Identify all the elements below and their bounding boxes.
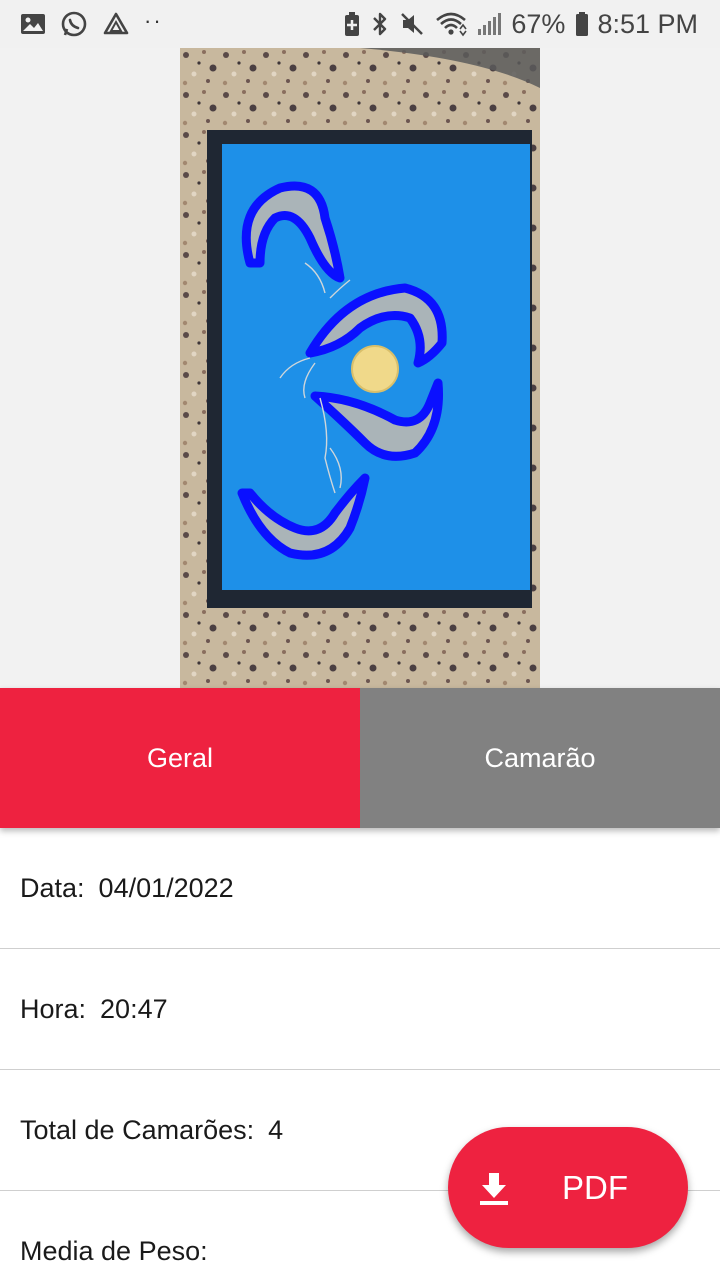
data-value: 04/01/2022: [98, 872, 234, 903]
whatsapp-icon: [61, 11, 87, 37]
hora-label: Hora:: [20, 993, 87, 1024]
tab-geral-label: Geral: [146, 742, 214, 773]
status-bar-right: 67% 8:51 PM: [333, 8, 698, 39]
status-bar: ·· 67% 8:51 PM: [0, 0, 720, 48]
tab-camarao[interactable]: Camarão: [360, 688, 720, 828]
drive-icon: [103, 12, 129, 35]
battery-percentage: 67%: [511, 8, 566, 39]
data-label: Data:: [20, 872, 85, 903]
pdf-download-button[interactable]: PDF: [448, 1127, 688, 1248]
mute-icon: [401, 13, 424, 35]
wifi-icon: [436, 12, 468, 37]
clock: 8:51 PM: [597, 8, 698, 39]
photo-area: [0, 48, 720, 688]
shrimp-detection-image: [180, 48, 540, 688]
total-camaroes-value: 4: [268, 1114, 284, 1145]
pdf-button-label: PDF: [562, 1168, 628, 1206]
signal-icon: [478, 13, 502, 35]
total-camaroes-label: Total de Camarões:: [20, 1114, 255, 1145]
tab-camarao-label: Camarão: [484, 742, 596, 773]
battery-icon: [576, 12, 589, 36]
media-peso-label: Media de Peso:: [20, 1236, 208, 1266]
hora-value: 20:47: [100, 993, 168, 1024]
app-screen: ·· 67% 8:51 PM Geral Camarão Data: 04/01…: [0, 0, 720, 1280]
info-row-data: Data: 04/01/2022: [0, 828, 720, 949]
more-notifications-indicator: ··: [144, 8, 163, 33]
info-row-hora: Hora: 20:47: [0, 949, 720, 1070]
tab-bar: Geral Camarão: [0, 688, 720, 828]
status-bar-left: ··: [20, 10, 177, 38]
battery-saver-icon: [345, 12, 360, 36]
tab-geral[interactable]: Geral: [0, 688, 360, 828]
download-icon: [480, 1172, 508, 1205]
gallery-icon: [21, 14, 45, 34]
bluetooth-icon: [373, 12, 387, 36]
